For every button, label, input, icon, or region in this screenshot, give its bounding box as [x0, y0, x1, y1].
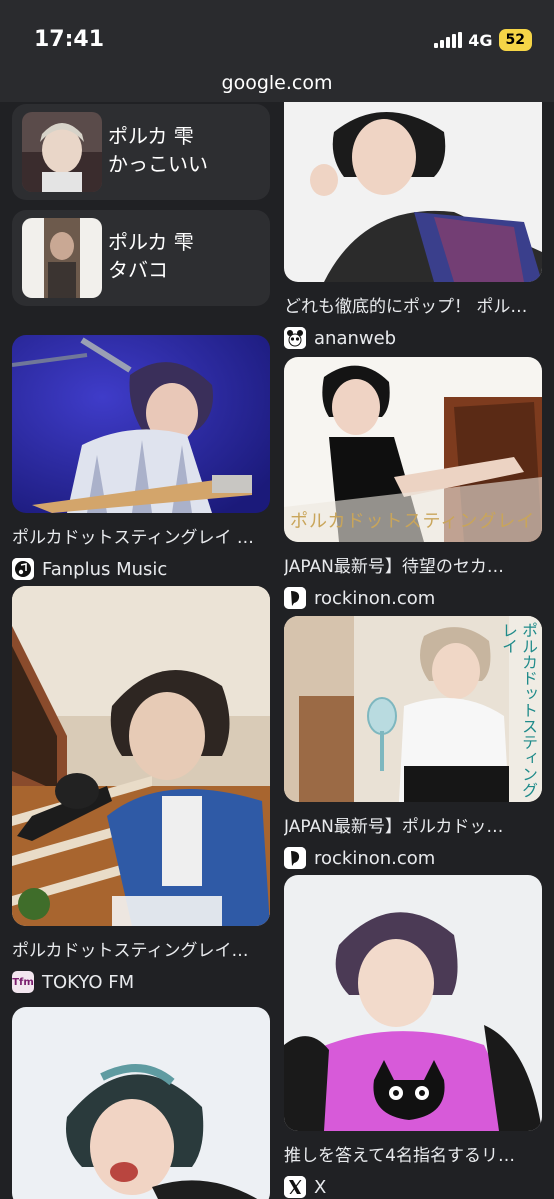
source-name: X — [314, 1176, 327, 1198]
related-search-card[interactable]: ポルカ 雫 タバコ — [12, 210, 270, 306]
result-source[interactable]: Fanplus Music — [12, 558, 270, 580]
image-result-card[interactable]: ポルカドットスティングレイ … Fanplus Music — [12, 335, 270, 580]
related-search-line1: ポルカ 雫 — [108, 230, 194, 254]
status-time: 17:41 — [34, 27, 105, 52]
result-title[interactable]: どれも徹底的にポップ！ ポル… — [284, 292, 542, 317]
source-name: ananweb — [314, 327, 397, 349]
source-name: Fanplus Music — [42, 558, 168, 580]
image-result-card[interactable]: どれも徹底的にポップ！ ポル… ananweb — [284, 102, 542, 349]
battery-level: 52 — [498, 29, 532, 51]
image-result-card[interactable]: ポルカドットスティングレイ JAPAN最新号】待望のセカ… rockinon.c… — [284, 357, 542, 609]
result-image[interactable]: ポルカドットスティングレイ — [284, 616, 542, 802]
image-result-card[interactable] — [12, 1007, 270, 1199]
related-search-line2: かっこいい — [108, 152, 208, 176]
source-name: rockinon.com — [314, 587, 436, 609]
rockinon-icon — [284, 587, 306, 609]
music-note-icon — [12, 558, 34, 580]
browser-top-bar: 17:41 4G 52 google.com — [0, 0, 554, 102]
result-source[interactable]: Tfm TOKYO FM — [12, 971, 270, 993]
result-image[interactable] — [12, 335, 270, 513]
result-image[interactable] — [284, 875, 542, 1131]
image-overlay-caption: ポルカドットスティングレイ — [290, 511, 536, 532]
tokyo-fm-icon: Tfm — [12, 971, 34, 993]
result-title[interactable]: JAPAN最新号】ポルカドッ… — [284, 812, 542, 837]
result-image[interactable] — [12, 586, 270, 926]
related-search-text: ポルカ 雫 タバコ — [108, 228, 194, 284]
result-title[interactable]: ポルカドットスティングレイ … — [12, 523, 270, 548]
result-image[interactable] — [12, 1007, 270, 1199]
source-name: rockinon.com — [314, 847, 436, 869]
image-overlay-caption: ポルカドットスティングレイ — [499, 622, 538, 798]
status-indicators: 4G 52 — [434, 29, 532, 51]
result-source[interactable]: ananweb — [284, 327, 542, 349]
address-bar-url[interactable]: google.com — [0, 72, 554, 94]
related-search-text: ポルカ 雫 かっこいい — [108, 122, 208, 178]
result-source[interactable]: X — [284, 1176, 542, 1198]
result-title[interactable]: ポルカドットスティングレイ… — [12, 936, 270, 961]
x-logo-icon — [284, 1176, 306, 1198]
result-title[interactable]: JAPAN最新号】待望のセカ… — [284, 552, 542, 577]
rockinon-icon — [284, 847, 306, 869]
signal-icon — [434, 32, 463, 48]
result-image[interactable] — [284, 102, 542, 282]
image-result-card[interactable]: 推しを答えて4名指名するリ… X — [284, 875, 542, 1198]
panda-icon — [284, 327, 306, 349]
related-search-line1: ポルカ 雫 — [108, 124, 194, 148]
result-image[interactable]: ポルカドットスティングレイ — [284, 357, 542, 542]
related-search-thumbnail — [22, 218, 102, 298]
related-search-card[interactable]: ポルカ 雫 かっこいい — [12, 104, 270, 200]
image-result-card[interactable]: ポルカドットスティングレイ… Tfm TOKYO FM — [12, 586, 270, 993]
result-source[interactable]: rockinon.com — [284, 847, 542, 869]
result-title[interactable]: 推しを答えて4名指名するリ… — [284, 1141, 542, 1166]
network-type: 4G — [468, 30, 493, 50]
source-name: TOKYO FM — [42, 971, 135, 993]
image-result-card[interactable]: ポルカドットスティングレイ JAPAN最新号】ポルカドッ… rockinon.c… — [284, 616, 542, 869]
related-search-line2: タバコ — [108, 258, 168, 282]
related-search-thumbnail — [22, 112, 102, 192]
result-source[interactable]: rockinon.com — [284, 587, 542, 609]
